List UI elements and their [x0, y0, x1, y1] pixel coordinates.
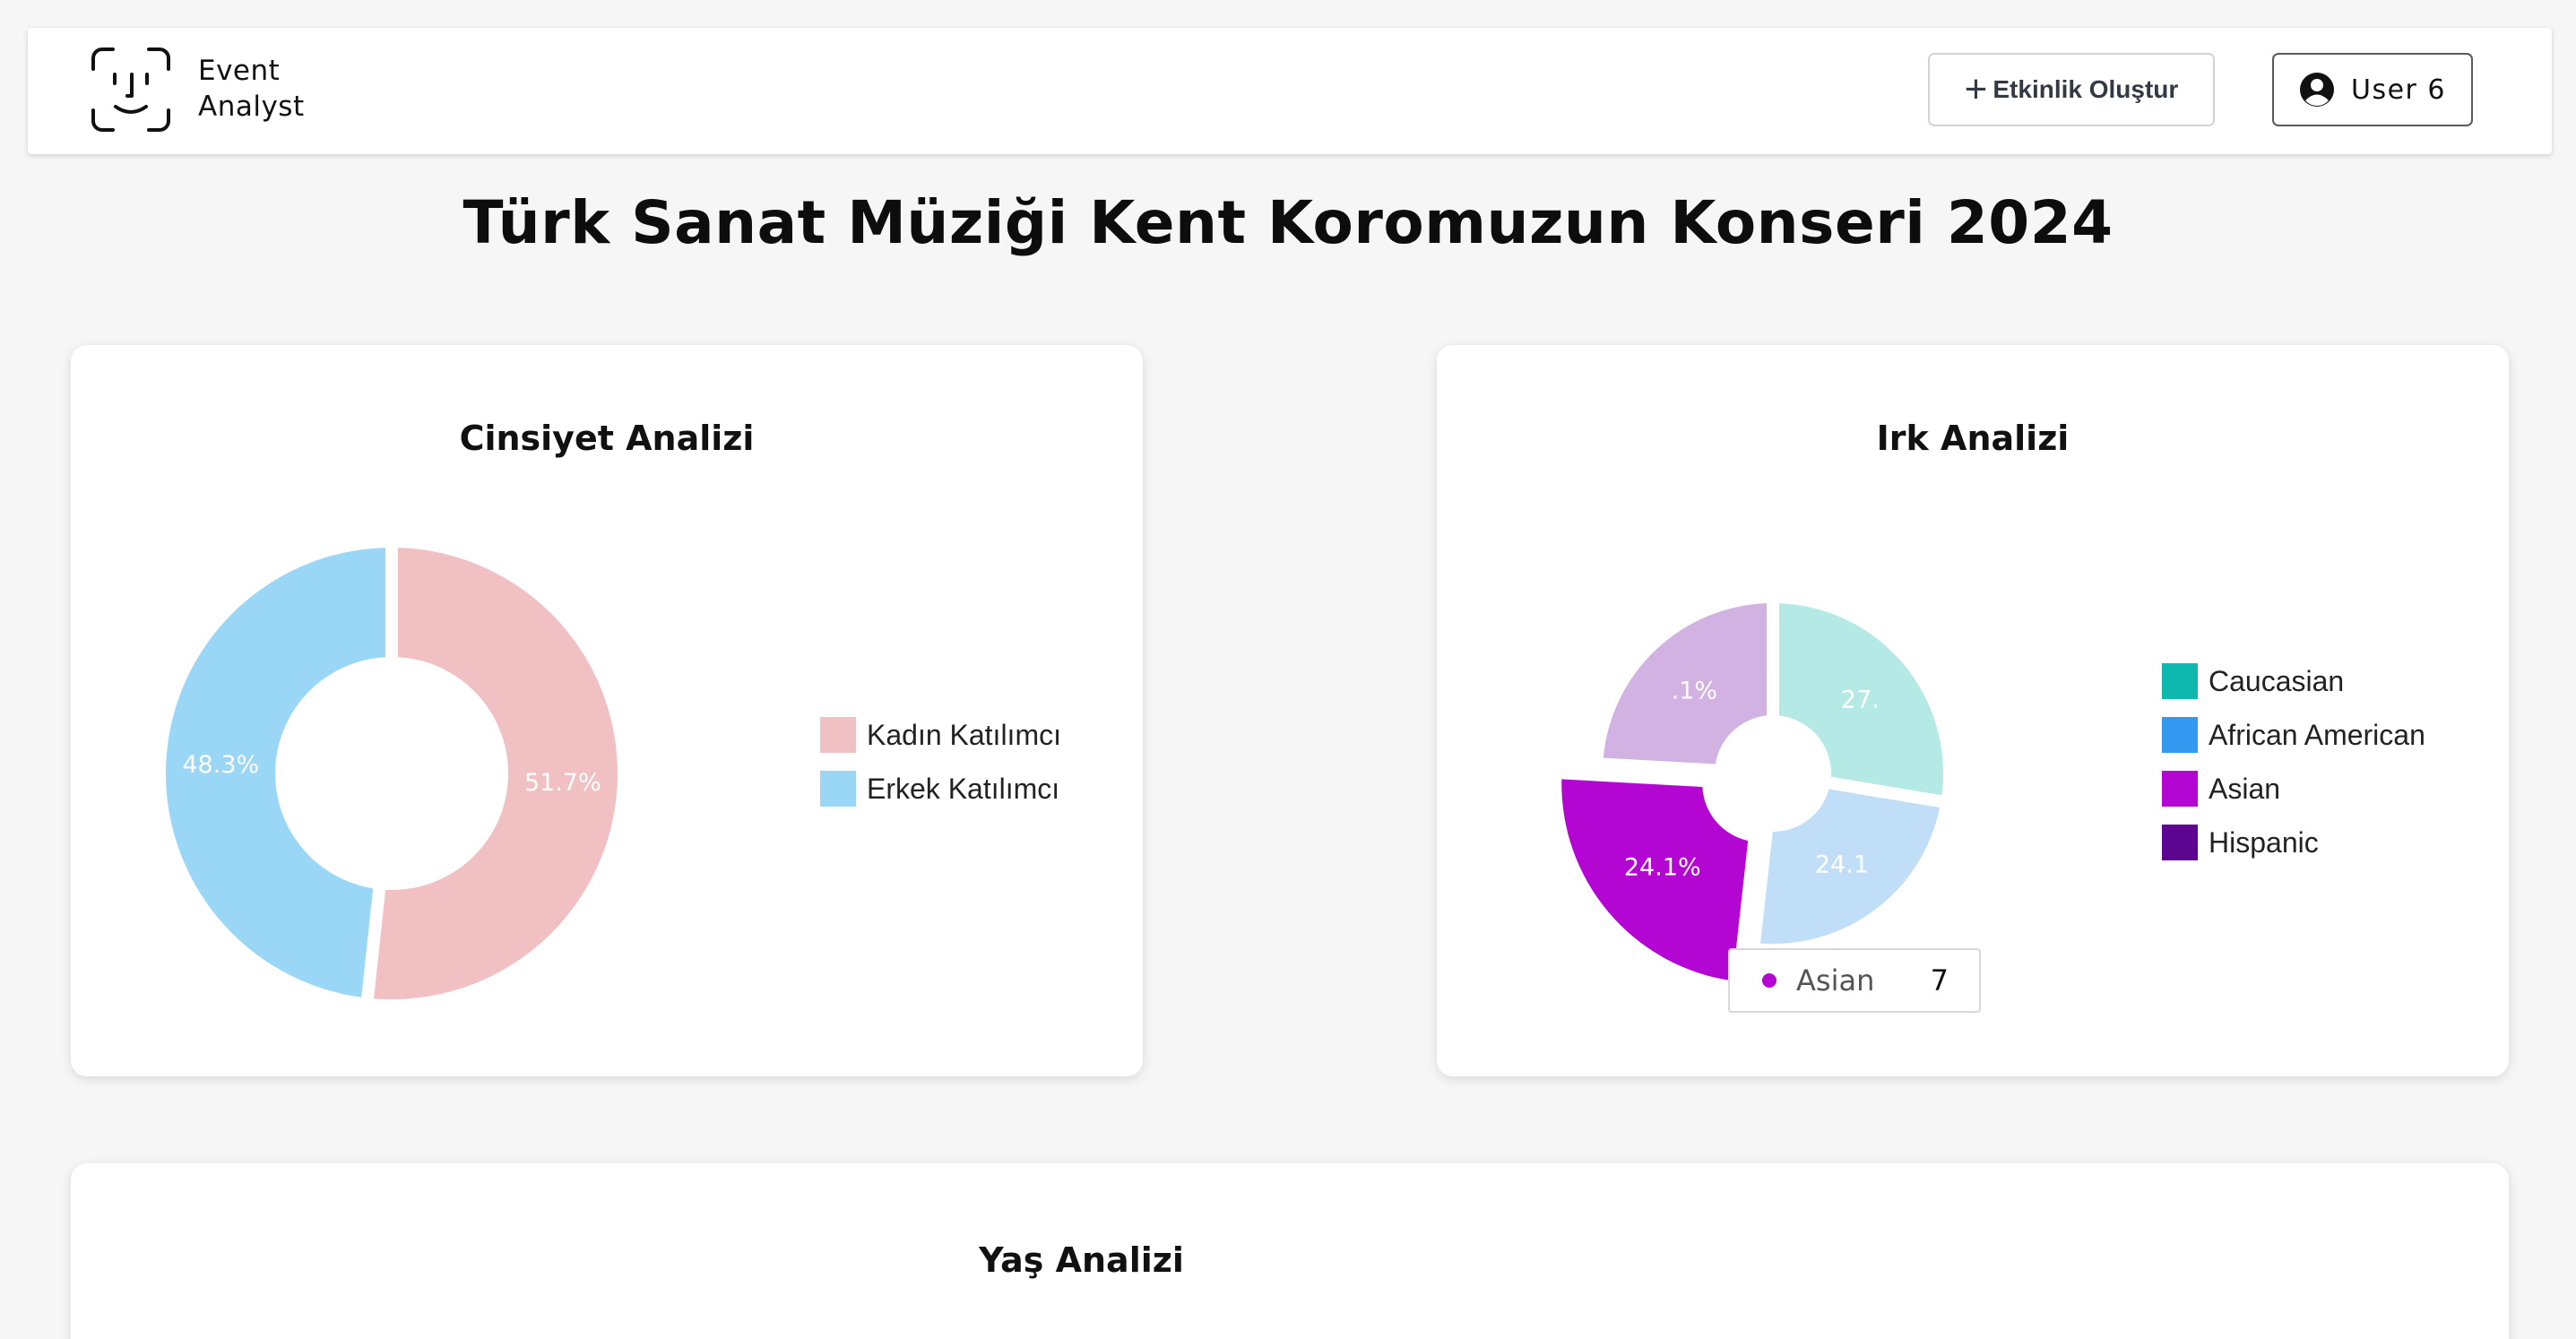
- race-analysis-card: Irk Analizi 27. 24.1 24.1% .1% Caucasian Afr…: [1437, 345, 2509, 1076]
- face-id-logo-icon: [91, 48, 170, 132]
- slice-label-caucasian: 27.: [1841, 687, 1880, 714]
- race-chart-legend: Caucasian African American Asian Hispanic: [2162, 654, 2425, 869]
- legend-swatch: [2162, 825, 2198, 860]
- logo-line-2: Analyst: [198, 91, 305, 123]
- create-event-label: Etkinlik Oluştur: [1993, 75, 2179, 103]
- legend-item-african-american[interactable]: African American: [2162, 708, 2425, 762]
- legend-label: African American: [2209, 718, 2425, 751]
- plus-icon: +: [1964, 67, 1988, 111]
- legend-swatch: [2162, 663, 2198, 699]
- logo-line-1: Event: [198, 55, 281, 87]
- slice-label-erkek-kat-l-mc: 48.3%: [182, 751, 259, 779]
- page-title: Türk Sanat Müziği Kent Koromuzun Konseri…: [462, 188, 2114, 257]
- tooltip-value: 7: [1930, 963, 1949, 998]
- gender-analysis-card: Cinsiyet Analizi 51.7% 48.3% Kadın Katılı…: [71, 345, 1143, 1076]
- age-chart-title: Yaş Analizi: [979, 1240, 1184, 1280]
- dashboard-page: Event Analyst + Etkinlik Oluştur User 6 …: [0, 0, 2576, 1339]
- legend-item-erkek-kat-l-mc[interactable]: Erkek Katılımcı: [820, 762, 1061, 816]
- chart-tooltip: Asian 7: [1728, 948, 1981, 1013]
- tooltip-color-dot: [1762, 973, 1776, 988]
- legend-label: Asian: [2209, 772, 2281, 805]
- user-avatar-icon: [2299, 73, 2334, 107]
- app-logo-text: Event Analyst: [198, 53, 305, 125]
- legend-swatch: [2162, 717, 2198, 753]
- gender-chart-legend: Kadın Katılımcı Erkek Katılımcı: [820, 708, 1061, 816]
- slice-label-asian: 24.1%: [1624, 853, 1701, 881]
- age-analysis-card: Yaş Analizi: [71, 1163, 2509, 1339]
- legend-swatch: [2162, 771, 2198, 807]
- create-event-button[interactable]: + Etkinlik Oluştur: [1928, 53, 2215, 126]
- legend-swatch: [820, 771, 856, 807]
- legend-item-kad-n-kat-l-mc[interactable]: Kadın Katılımcı: [820, 708, 1061, 762]
- user-name-label: User 6: [2350, 73, 2446, 106]
- legend-label: Kadın Katılımcı: [867, 718, 1061, 751]
- legend-label: Erkek Katılımcı: [867, 772, 1060, 805]
- slice-label-hispanic: .1%: [1672, 677, 1717, 704]
- legend-label: Hispanic: [2209, 825, 2319, 859]
- legend-item-caucasian[interactable]: Caucasian: [2162, 654, 2425, 708]
- legend-swatch: [820, 717, 856, 753]
- tooltip-label: Asian: [1796, 963, 1875, 998]
- slice-label-african-american: 24.1: [1815, 851, 1869, 879]
- slice-label-kad-n-kat-l-mc: 51.7%: [524, 769, 601, 797]
- top-navbar: Event Analyst + Etkinlik Oluştur User 6: [28, 28, 2552, 154]
- legend-label: Caucasian: [2209, 664, 2345, 697]
- legend-item-asian[interactable]: Asian: [2162, 762, 2425, 816]
- user-menu-button[interactable]: User 6: [2272, 53, 2473, 126]
- legend-item-hispanic[interactable]: Hispanic: [2162, 816, 2425, 869]
